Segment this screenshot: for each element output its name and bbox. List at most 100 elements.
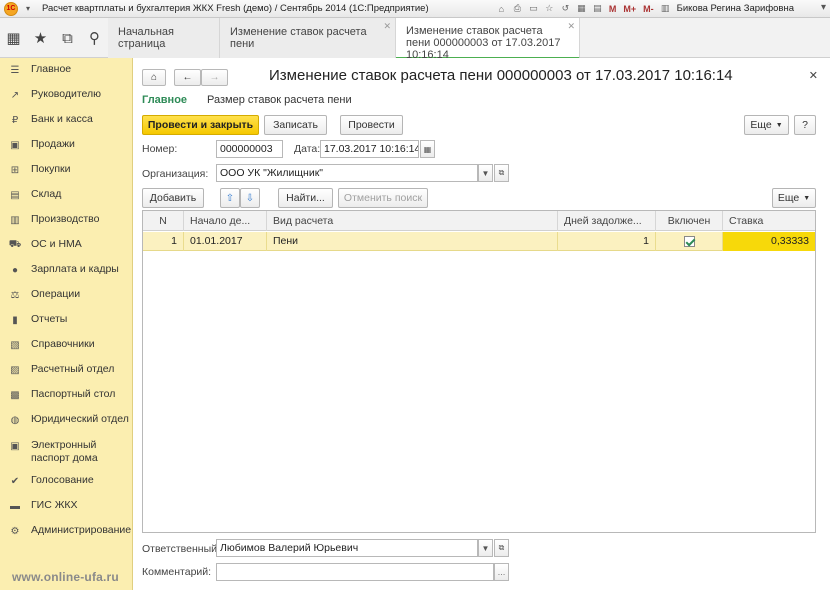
tab-label: Изменение ставок расчета пени 000000003 … [406,25,561,61]
tab-home[interactable]: Начальная страница [108,18,220,58]
sidebar-item[interactable]: ⚖ Операции [0,288,81,302]
sidebar-item[interactable]: ₽ Банк и касса [0,113,93,127]
date-field[interactable]: 17.03.2017 10:16:14 [320,140,419,158]
comment-expand-button[interactable]: … [494,563,509,581]
column-header-type[interactable]: Вид расчета [267,211,558,231]
tab-label: Изменение ставок расчета пени [230,26,367,50]
sections-topbar: ▦ ★ ⧉ ⚲ Начальная страница Изменение ста… [0,18,830,61]
sub-nav-rates[interactable]: Размер ставок расчета пени [207,94,352,106]
close-icon[interactable]: ✕ [383,21,391,32]
tab-penalty-rates-list[interactable]: Изменение ставок расчета пени ✕ [220,18,396,58]
star-icon[interactable]: ★ [27,18,54,58]
open-tabs: Начальная страница Изменение ставок расч… [108,18,580,61]
date-label: Дата: [294,143,321,155]
sidebar-item[interactable]: ▨ Расчетный отдел [0,363,114,377]
table-more-button[interactable]: Еще ▼ [772,188,816,208]
search-icon[interactable]: ⚲ [81,18,108,58]
truck-icon: ⛟ [8,238,22,250]
cell-start[interactable]: 01.01.2017 [184,232,267,251]
apps-grid-icon[interactable]: ▦ [0,18,27,58]
sidebar-item[interactable]: ▩ Паспортный стол [0,388,115,402]
history-icon[interactable]: ⧉ [54,18,81,58]
column-header-enabled[interactable]: Включен [656,211,723,231]
sidebar-item[interactable]: ◍ Юридический отдел [0,413,129,427]
sidebar-item[interactable]: ▤ Склад [0,188,61,202]
organization-open-button[interactable]: ⧉ [494,164,509,182]
forward-button[interactable]: → [201,69,228,86]
sidebar-item[interactable]: ⊞ Покупки [0,163,71,177]
column-header-rate[interactable]: Ставка [723,211,815,231]
column-header-n[interactable]: N [143,211,184,231]
post-and-close-button[interactable]: Провести и закрыть [142,115,259,135]
cell-type[interactable]: Пени [267,232,558,251]
sidebar-item[interactable]: ▥ Производство [0,213,99,227]
help-button[interactable]: ? [794,115,816,135]
sidebar-item[interactable]: ▮ Отчеты [0,313,67,327]
cell-rate[interactable]: 0,33333 [723,232,815,251]
column-header-days[interactable]: Дней задолже... [558,211,656,231]
responsible-field[interactable]: Любимов Валерий Юрьевич [216,539,478,557]
column-header-start[interactable]: Начало де... [184,211,267,231]
calendar-icon[interactable]: ▦ [575,2,588,15]
post-button[interactable]: Провести [340,115,403,135]
sidebar-item[interactable]: ▣ Продажи [0,138,75,152]
home-icon[interactable]: ⌂ [495,2,508,15]
current-user[interactable]: Бикова Регина Зарифовна [677,3,794,14]
operations-icon: ⚖ [10,289,20,301]
sidebar-item-label: ОС и НМА [31,238,82,250]
sidebar-item[interactable]: ⛟ ОС и НМА [0,238,82,252]
more-button[interactable]: Еще ▼ [744,115,789,135]
move-up-button[interactable]: ⇧ [220,188,240,208]
close-icon[interactable]: ✕ [809,69,818,82]
cell-n[interactable]: 1 [143,232,184,251]
memory-m-button[interactable]: M [607,2,619,15]
menu-icon: ☰ [10,64,20,76]
table-icon[interactable]: ▥ [659,2,672,15]
memory-plus-button[interactable]: M+ [621,2,638,15]
calendar-button[interactable]: ▦ [420,140,435,158]
chevron-down-icon: ▼ [803,194,811,202]
close-icon[interactable]: ✕ [567,21,575,32]
history-icon[interactable]: ↺ [559,2,572,15]
sidebar-item[interactable]: ↗ Руководителю [0,88,101,102]
home-button[interactable]: ⌂ [142,69,166,86]
responsible-dropdown-button[interactable]: ▼ [478,539,493,557]
form-sub-navigation: Главное Размер ставок расчета пени [142,94,352,106]
sub-nav-main[interactable]: Главное [142,94,187,106]
app-logo-icon[interactable]: 1С [4,1,18,16]
sidebar-item[interactable]: ⚙ Администрирование [0,524,132,538]
sidebar-item[interactable]: ☰ Главное [0,63,72,77]
back-button[interactable]: ← [174,69,201,86]
organization-field[interactable]: ООО УК "Жилищник" [216,164,478,182]
sidebar-item[interactable]: ● Зарплата и кадры [0,263,119,277]
settings-icon: ⚙ [10,525,20,537]
move-down-button[interactable]: ⇩ [240,188,260,208]
sidebar-item[interactable]: ▧ Справочники [0,338,94,352]
responsible-open-button[interactable]: ⧉ [494,539,509,557]
cancel-search-button[interactable]: Отменить поиск [338,188,428,208]
tab-penalty-rates-document[interactable]: Изменение ставок расчета пени 000000003 … [396,18,580,61]
calculator-icon[interactable]: ▤ [591,2,604,15]
more-label: Еще [777,192,800,204]
find-button[interactable]: Найти... [278,188,333,208]
table-row[interactable]: 1 01.01.2017 Пени 1 0,33333 [143,232,815,251]
preview-icon[interactable]: ▭ [527,2,540,15]
window-menu-icon[interactable]: ▾ [821,2,826,13]
organization-dropdown-button[interactable]: ▼ [478,164,493,182]
sidebar-item[interactable]: ▣ Электронный паспорт дома [0,439,111,465]
cell-enabled[interactable] [656,232,723,251]
save-button[interactable]: Записать [264,115,327,135]
sidebar-item-label: Паспортный стол [31,388,116,400]
comment-field[interactable] [216,563,494,581]
add-row-button[interactable]: Добавить [142,188,204,208]
enabled-checkbox[interactable] [683,235,695,247]
sidebar-item[interactable]: ✔ Голосование [0,474,94,488]
favorite-icon[interactable]: ☆ [543,2,556,15]
memory-minus-button[interactable]: M- [641,2,656,15]
print-icon[interactable]: ⎙ [511,2,524,15]
bank-icon: ₽ [11,114,19,126]
cell-days[interactable]: 1 [558,232,656,251]
sidebar-item[interactable]: ▬ ГИС ЖКХ [0,499,78,513]
number-field[interactable]: 000000003 [216,140,283,158]
menu-arrow-icon[interactable]: ▾ [22,3,34,15]
